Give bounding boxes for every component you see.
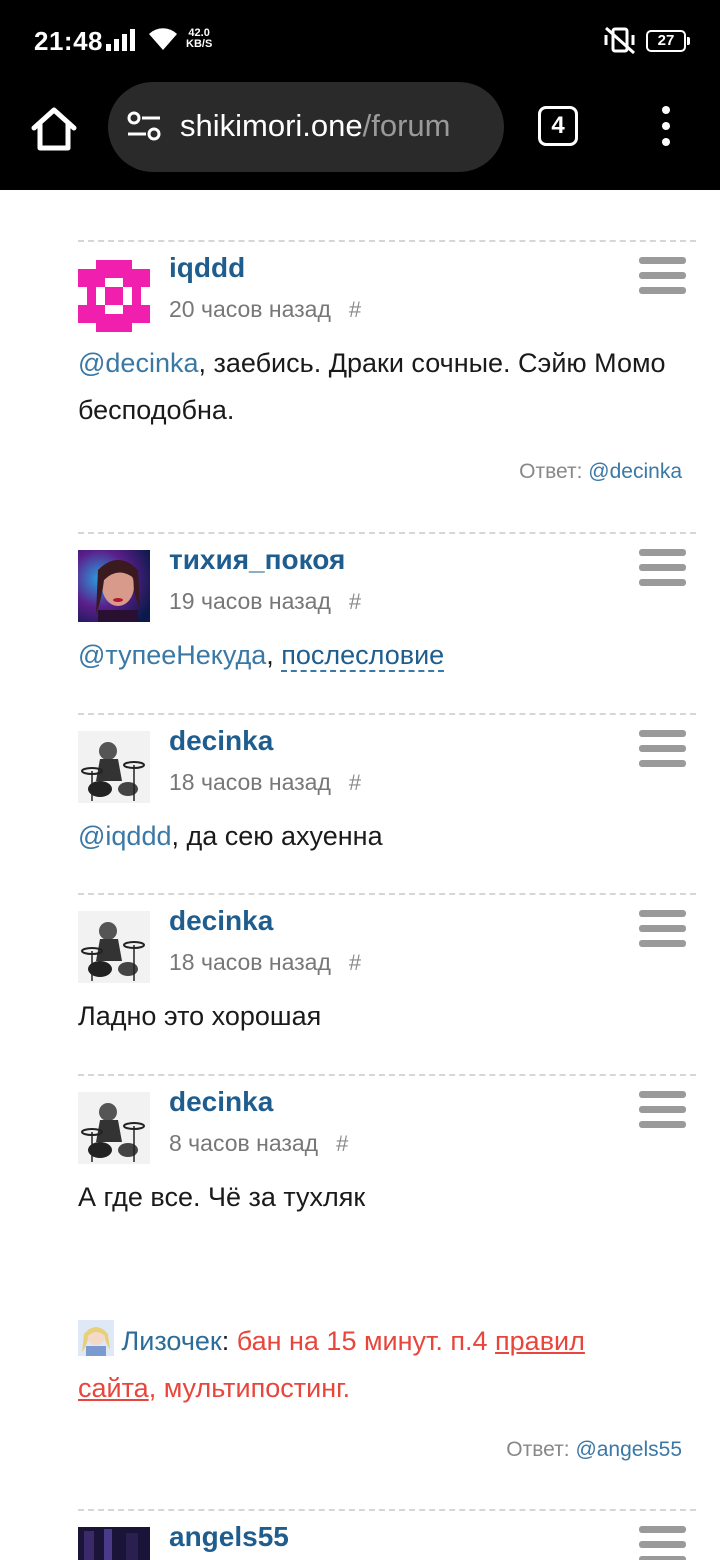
moderator-colon: : — [221, 1326, 237, 1356]
avatar[interactable] — [78, 1527, 150, 1560]
comment-menu-icon[interactable] — [639, 549, 686, 587]
avatar[interactable] — [78, 260, 150, 332]
reply-label: Ответ: — [506, 1438, 570, 1461]
avatar[interactable] — [78, 1092, 150, 1164]
permalink-hash[interactable]: # — [349, 297, 361, 322]
comment-time: 20 часов назад # — [169, 296, 361, 323]
network-speed: 42.0 KB/S — [186, 28, 212, 50]
comment-body: @decinka, заебись. Драки сочные. Сэйю Мо… — [78, 340, 678, 434]
ban-reason: , мультипостинг. — [148, 1373, 351, 1403]
browser-menu-icon[interactable] — [656, 106, 676, 150]
mention-link[interactable]: @iqddd — [78, 821, 171, 851]
vibrate-mute-icon — [604, 26, 635, 54]
permalink-hash[interactable]: # — [336, 1131, 348, 1156]
username[interactable]: decinka — [169, 725, 273, 757]
comment-body: @тупееНекуда, послесловие — [78, 632, 678, 679]
comment-time: 19 часов назад # — [169, 588, 361, 615]
reply-to: Ответ: @angels55 — [506, 1438, 682, 1462]
comment: iqddd 20 часов назад # @decinka, заебись.… — [78, 240, 696, 530]
comment: angels55 — [78, 1509, 696, 1560]
comment-time: 8 часов назад # — [169, 1130, 348, 1157]
comment: decinka 8 часов назад # А где все. Чё за … — [78, 1074, 696, 1504]
forum-content: iqddd 20 часов назад # @decinka, заебись.… — [0, 190, 720, 1560]
network-speed-unit: KB/S — [186, 38, 213, 50]
comment-text: А где все. Чё за тухляк — [78, 1182, 366, 1212]
moderator-avatar[interactable] — [78, 1320, 114, 1356]
comment: decinka 18 часов назад # @iqddd, да сею а… — [78, 713, 696, 893]
avatar[interactable] — [78, 550, 150, 622]
url-domain: shikimori.one — [180, 108, 363, 143]
username[interactable]: angels55 — [169, 1521, 289, 1553]
spoiler-link[interactable]: послесловие — [281, 640, 445, 672]
comment-menu-icon[interactable] — [639, 1091, 686, 1129]
url-path: /forum — [362, 108, 451, 143]
comment-text: Ладно это хорошая — [78, 1001, 322, 1031]
status-time: 21:48 — [34, 26, 103, 56]
reply-to: Ответ: @decinka — [519, 460, 682, 484]
comment: тихия_покоя 19 часов назад # @тупееНекуда… — [78, 532, 696, 712]
browser-toolbar: shikimori.one/forum 4 — [0, 80, 720, 190]
moderator-name[interactable]: Лизочек — [122, 1326, 222, 1356]
time-text: 8 часов назад — [169, 1130, 319, 1156]
comment-separator: , — [266, 640, 282, 670]
mention-link[interactable]: @decinka — [78, 348, 198, 378]
avatar[interactable] — [78, 731, 150, 803]
battery-indicator: 27 — [646, 30, 690, 52]
comment-menu-icon[interactable] — [639, 257, 686, 295]
time-text: 18 часов назад — [169, 949, 331, 975]
home-icon[interactable] — [28, 104, 80, 156]
moderation-note: Лизочек: бан на 15 минут. п.4 правил сай… — [78, 1318, 658, 1412]
status-bar: 21:48 42.0 KB/S 27 — [0, 0, 720, 80]
address-bar[interactable]: shikimori.one/forum — [108, 82, 504, 172]
reply-to-link[interactable]: @decinka — [588, 460, 682, 483]
avatar[interactable] — [78, 911, 150, 983]
reply-to-link[interactable]: @angels55 — [575, 1438, 682, 1461]
reply-label: Ответ: — [519, 460, 583, 483]
time-text: 19 часов назад — [169, 588, 331, 614]
url-text[interactable]: shikimori.one/forum — [180, 108, 450, 144]
comment-body: @iqddd, да сею ахуенна — [78, 813, 678, 860]
comment-body: Ладно это хорошая — [78, 993, 678, 1040]
tabs-button[interactable]: 4 — [538, 106, 578, 146]
comment: decinka 18 часов назад # Ладно это хороша… — [78, 893, 696, 1073]
comment-menu-icon[interactable] — [639, 910, 686, 948]
mention-link[interactable]: @тупееНекуда — [78, 640, 266, 670]
comment-menu-icon[interactable] — [639, 1526, 686, 1560]
time-text: 20 часов назад — [169, 296, 331, 322]
comment-time: 18 часов назад # — [169, 949, 361, 976]
signal-icon — [106, 29, 135, 51]
username[interactable]: тихия_покоя — [169, 544, 345, 576]
comment-body: А где все. Чё за тухляк — [78, 1174, 678, 1221]
time-text: 18 часов назад — [169, 769, 331, 795]
comment-menu-icon[interactable] — [639, 730, 686, 768]
comment-time: 18 часов назад # — [169, 769, 361, 796]
permalink-hash[interactable]: # — [349, 589, 361, 614]
username[interactable]: iqddd — [169, 252, 245, 284]
comment-text: , да сею ахуенна — [171, 821, 383, 851]
ban-text: бан на 15 минут. п.4 — [236, 1326, 496, 1356]
permalink-hash[interactable]: # — [349, 770, 361, 795]
username[interactable]: decinka — [169, 905, 273, 937]
site-settings-icon[interactable] — [126, 110, 162, 142]
username[interactable]: decinka — [169, 1086, 273, 1118]
wifi-icon — [149, 28, 177, 50]
permalink-hash[interactable]: # — [349, 950, 361, 975]
